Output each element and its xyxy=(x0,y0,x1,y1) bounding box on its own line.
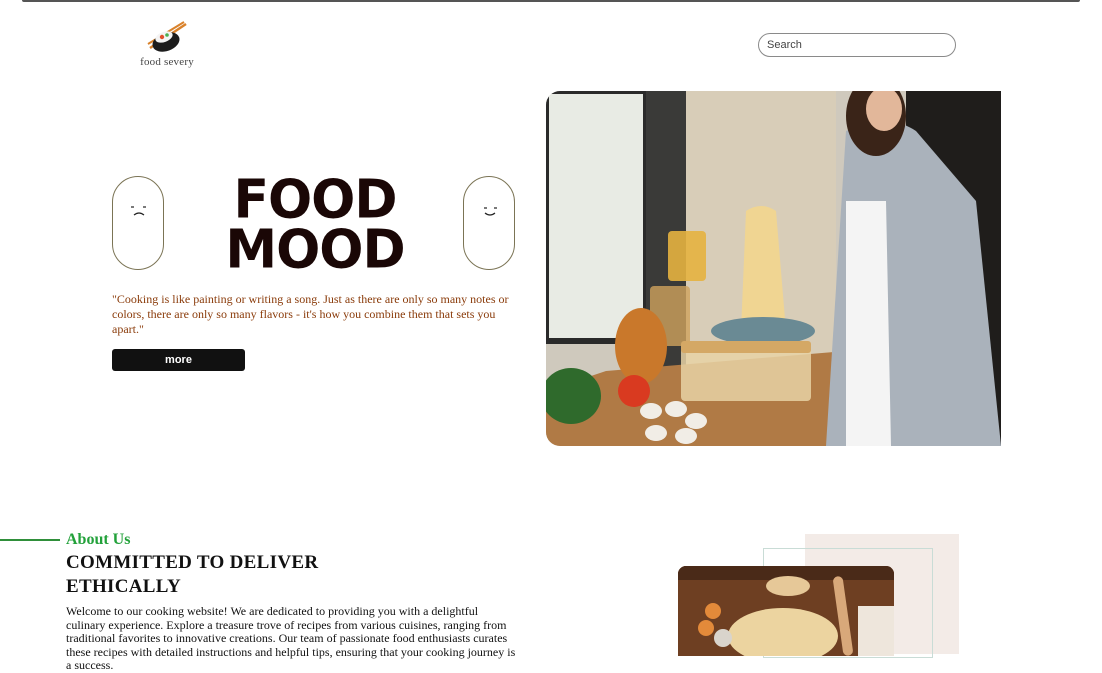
hero-title-line1: FOOD xyxy=(233,169,397,231)
smiley-face-icon xyxy=(112,176,164,270)
hero-image xyxy=(546,91,1001,446)
logo-text: food severy xyxy=(140,56,194,68)
top-border xyxy=(22,0,1080,2)
site-logo[interactable]: food severy xyxy=(136,20,198,72)
hero-title-line2: MOOD xyxy=(225,219,405,281)
about-label: About Us xyxy=(66,531,131,548)
about-image xyxy=(678,566,894,656)
smiley-face-icon xyxy=(463,176,515,270)
hero-quote: "Cooking is like painting or writing a s… xyxy=(112,292,509,336)
about-title: COMMITTED TO DELIVER ETHICALLY xyxy=(66,552,319,597)
about-text: Welcome to our cooking website! We are d… xyxy=(66,604,516,672)
sushi-logo-icon xyxy=(147,21,187,52)
search-input[interactable] xyxy=(758,33,956,57)
about-accent-line xyxy=(0,539,60,541)
more-button[interactable]: more xyxy=(112,349,245,371)
